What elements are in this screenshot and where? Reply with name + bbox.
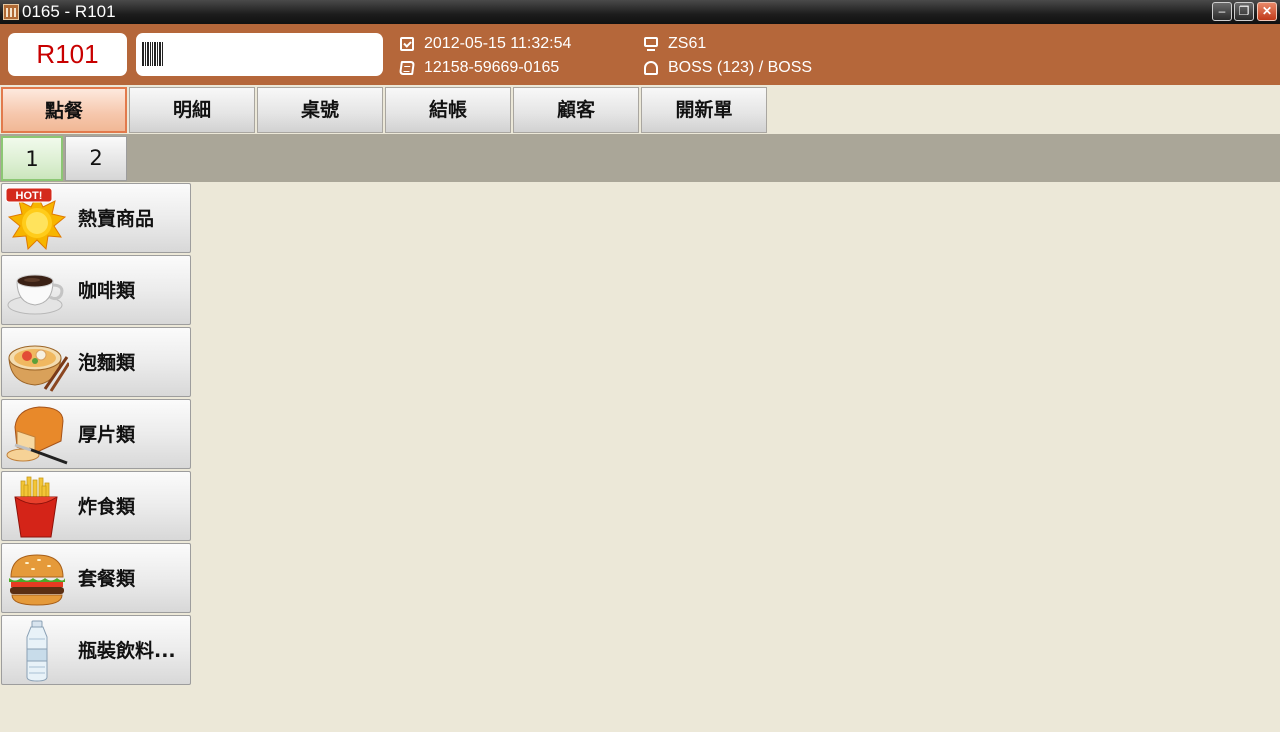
category-label: 瓶裝飲料... — [78, 640, 176, 662]
datetime-text: 2012-05-15 11:32:54 — [424, 35, 572, 52]
category-coffee[interactable]: 咖啡類 — [1, 255, 191, 325]
category-fried-food[interactable]: 炸食類 — [1, 471, 191, 541]
tab-details[interactable]: 明細 — [129, 87, 255, 133]
calendar-icon — [400, 37, 414, 51]
hamburger-icon — [9, 554, 65, 606]
barcode-input[interactable] — [136, 33, 383, 76]
window-title: 0165 - R101 — [22, 2, 116, 21]
user-icon — [644, 61, 658, 75]
french-fries-icon — [14, 476, 58, 538]
user-text: BOSS (123) / BOSS — [668, 59, 813, 76]
tab-checkout[interactable]: 結帳 — [385, 87, 511, 133]
tab-customer[interactable]: 顧客 — [513, 87, 639, 133]
product-area — [192, 182, 1280, 732]
app-icon — [3, 4, 19, 20]
category-instant-noodles[interactable]: 泡麵類 — [1, 327, 191, 397]
order-number-text: 12158-59669-0165 — [424, 59, 560, 76]
page-button-2[interactable]: 2 — [65, 136, 127, 181]
minimize-button[interactable]: – — [1212, 2, 1232, 21]
tab-new-order[interactable]: 開新單 — [641, 87, 767, 133]
tab-order[interactable]: 點餐 — [1, 87, 127, 133]
hot-sun-icon: HOT! — [5, 187, 67, 251]
category-thick-toast[interactable]: 厚片類 — [1, 399, 191, 469]
category-set-meals[interactable]: 套餐類 — [1, 543, 191, 613]
barcode-icon — [142, 42, 164, 66]
maximize-button[interactable]: ❐ — [1234, 2, 1254, 21]
hot-badge-text: HOT! — [16, 190, 43, 202]
window-titlebar: 0165 - R101 – ❐ ✕ — [0, 0, 1280, 24]
table-number[interactable]: R101 — [8, 33, 127, 76]
category-label: 套餐類 — [78, 568, 136, 590]
bread-loaf-icon — [6, 406, 68, 465]
noodle-bowl-icon — [8, 345, 69, 392]
receipt-icon — [399, 61, 415, 75]
category-label: 炸食類 — [78, 496, 136, 518]
category-bottled-drinks[interactable]: 瓶裝飲料... — [1, 615, 191, 685]
computer-icon — [644, 37, 658, 51]
close-button[interactable]: ✕ — [1257, 2, 1277, 21]
coffee-cup-icon — [7, 274, 64, 315]
water-bottle-icon — [26, 620, 48, 682]
category-label: 厚片類 — [78, 424, 136, 446]
tab-table-number[interactable]: 桌號 — [257, 87, 383, 133]
page-button-1[interactable]: 1 — [1, 136, 63, 181]
page-selector: 1 2 — [0, 134, 1280, 182]
order-header: R101 2012-05-15 11:32:54 12158-59669-016… — [0, 24, 1280, 85]
category-label: 咖啡類 — [78, 280, 136, 302]
category-label: 泡麵類 — [78, 352, 136, 374]
terminal-text: ZS61 — [668, 35, 707, 52]
category-hot-items[interactable]: HOT! 熱賣商品 — [1, 183, 191, 253]
category-label: 熱賣商品 — [78, 208, 155, 230]
